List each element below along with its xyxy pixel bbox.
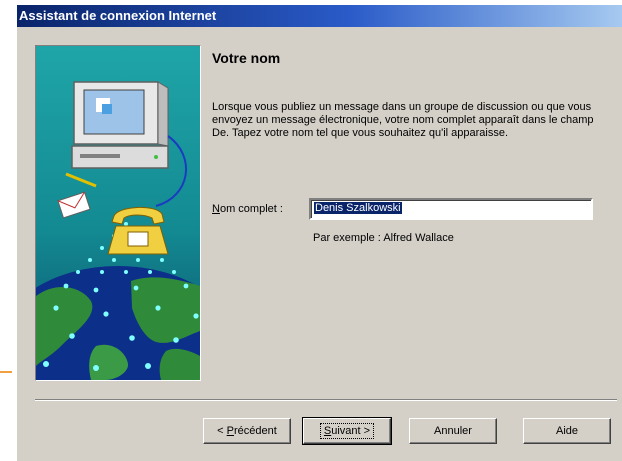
- name-example: Par exemple : Alfred Wallace: [313, 232, 454, 244]
- title-bar[interactable]: Assistant de connexion Internet: [17, 5, 622, 27]
- telephone-icon: [107, 207, 169, 255]
- page-title: Votre nom: [212, 50, 281, 66]
- back-button-accel: P: [226, 425, 234, 437]
- next-button-text: uivant >: [331, 425, 371, 437]
- button-separator: [35, 399, 617, 401]
- globe-icon: [36, 266, 200, 380]
- full-name-label: Nom complet :: [212, 203, 283, 215]
- window-title: Assistant de connexion Internet: [19, 8, 217, 23]
- full-name-label-text: om complet :: [219, 203, 283, 215]
- computer-icon: [71, 81, 169, 169]
- full-name-input[interactable]: Denis Szalkowski: [309, 198, 593, 220]
- back-button-prefix: <: [217, 425, 227, 437]
- page-description: Lorsque vous publiez un message dans un …: [212, 101, 594, 139]
- full-name-label-accel: N: [212, 203, 220, 215]
- help-button[interactable]: Aide: [523, 418, 611, 444]
- full-name-value: Denis Szalkowski: [314, 202, 402, 214]
- cancel-button[interactable]: Annuler: [409, 418, 497, 444]
- next-button[interactable]: Suivant >: [302, 417, 392, 445]
- wizard-illustration: [35, 45, 201, 381]
- back-button[interactable]: < Précédent: [203, 418, 291, 444]
- back-button-text: récédent: [234, 425, 277, 437]
- edge-mark: [0, 371, 12, 373]
- wizard-dialog: Assistant de connexion Internet Votre no…: [16, 5, 622, 461]
